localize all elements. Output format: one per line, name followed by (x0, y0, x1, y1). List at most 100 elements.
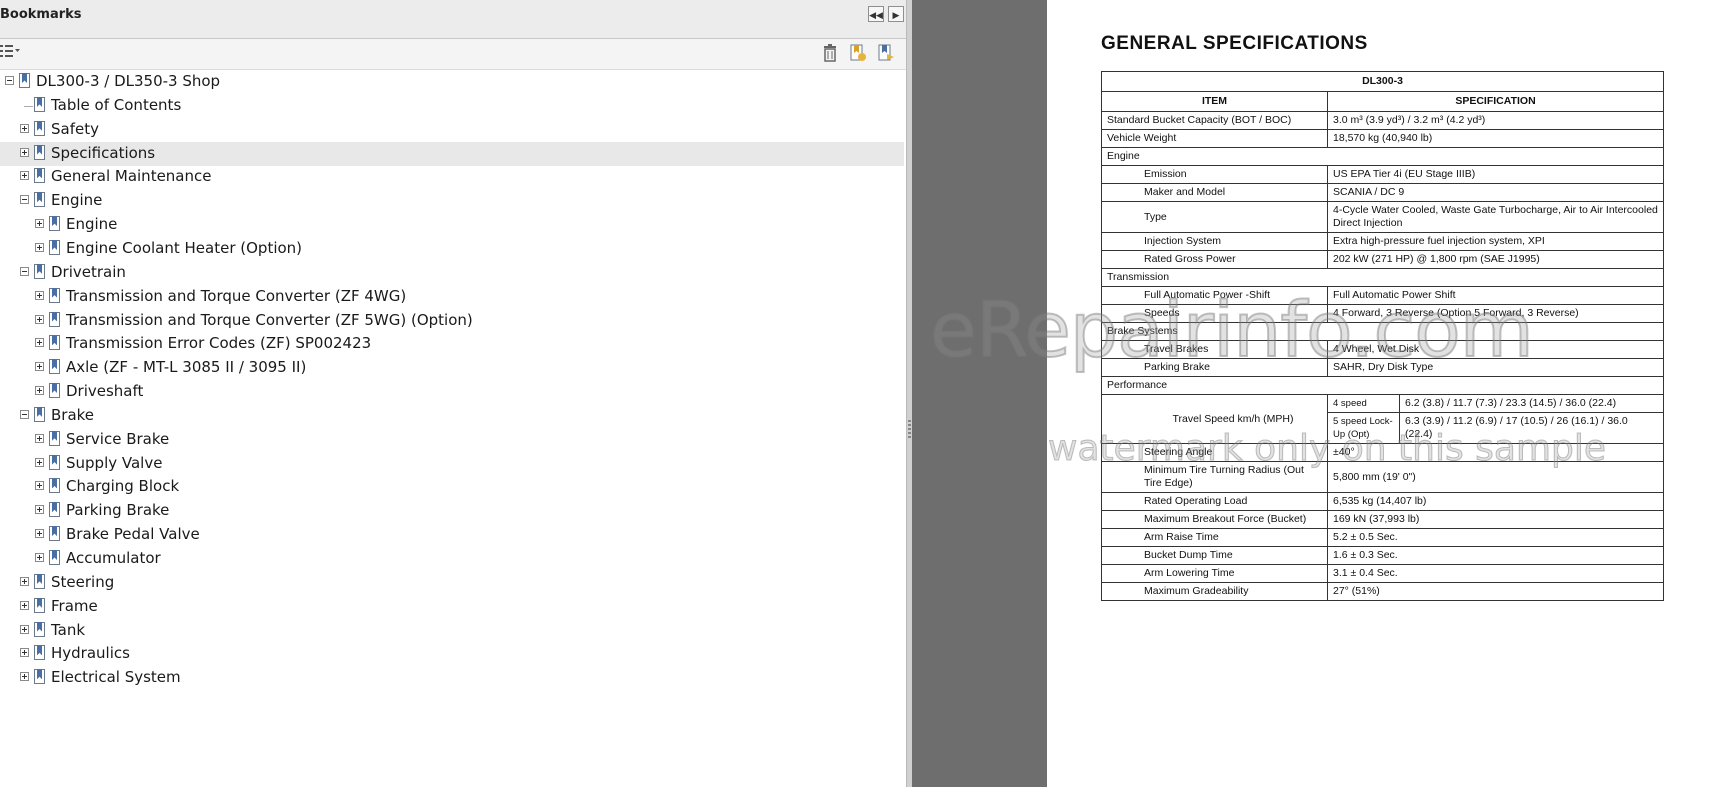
collapse-icon[interactable] (20, 409, 29, 419)
table-row: Bucket Dump Time 1.6 ± 0.3 Sec. (1101, 546, 1664, 565)
bookmark-item[interactable]: Hydraulics (0, 642, 904, 666)
collapse-icon[interactable] (20, 266, 29, 276)
section-label: Brake Systems (1101, 322, 1664, 341)
expand-icon[interactable] (35, 433, 44, 443)
bookmark-item[interactable]: Engine (0, 213, 904, 237)
bookmark-item[interactable]: General Maintenance (0, 165, 904, 189)
bookmark-icon (33, 406, 47, 424)
bookmark-label: Hydraulics (51, 644, 130, 663)
row-item: Steering Angle (1101, 443, 1328, 462)
bookmark-item[interactable]: DL300-3 / DL350-3 Shop (0, 70, 904, 94)
bookmark-item[interactable]: Specifications (0, 141, 904, 166)
expand-icon[interactable] (20, 123, 29, 133)
table-row: Maximum Breakout Force (Bucket) 169 kN (3… (1101, 510, 1664, 529)
expand-icon[interactable] (20, 672, 29, 682)
bookmark-item[interactable]: Steering (0, 571, 904, 595)
bookmark-item[interactable]: Table of Contents (0, 94, 904, 118)
tree-connector (24, 105, 33, 107)
bookmark-label: Engine Coolant Heater (Option) (66, 238, 303, 257)
expand-icon[interactable] (35, 481, 44, 491)
table-row: Maker and Model SCANIA / DC 9 (1101, 183, 1664, 202)
expand-icon[interactable] (20, 576, 29, 586)
options-menu-button[interactable] (0, 44, 20, 64)
table-row: Arm Lowering Time 3.1 ± 0.4 Sec. (1101, 564, 1664, 583)
expand-icon[interactable] (35, 457, 44, 467)
row-spec: 5,800 mm (19' 0") (1327, 461, 1664, 493)
table-row: Minimum Tire Turning Radius (Out Tire Ed… (1101, 461, 1664, 493)
bookmark-item[interactable]: Charging Block (0, 475, 904, 499)
table-row: Type 4-Cycle Water Cooled, Waste Gate Tur… (1101, 201, 1664, 233)
bookmark-item[interactable]: Frame (0, 595, 904, 619)
expand-icon[interactable] (20, 147, 29, 157)
splitter-grip[interactable] (908, 420, 911, 440)
row-spec: Extra high-pressure fuel injection syste… (1327, 232, 1664, 251)
expand-icon[interactable] (35, 505, 44, 515)
new-bookmark-button[interactable] (848, 44, 868, 64)
row-item: Travel Brakes (1101, 340, 1328, 359)
row-spec: 27° (51%) (1327, 582, 1664, 601)
bookmark-item[interactable]: Brake Pedal Valve (0, 523, 904, 547)
bookmark-item[interactable]: Safety (0, 118, 904, 142)
bookmark-item[interactable]: Brake (0, 404, 904, 428)
row-spec: 4 Wheel, Wet Disk (1327, 340, 1664, 359)
collapse-icon[interactable] (5, 76, 14, 85)
expand-icon[interactable] (20, 648, 29, 658)
row-spec: 3.0 m³ (3.9 yd³) / 3.2 m³ (4.2 yd³) (1327, 111, 1664, 130)
row-item: Rated Operating Load (1101, 492, 1328, 511)
delete-bookmark-button[interactable] (820, 44, 840, 64)
bookmark-item[interactable]: Drivetrain (0, 261, 904, 285)
bookmark-item[interactable]: Transmission and Torque Converter (ZF 5W… (0, 309, 904, 333)
bookmark-icon (48, 478, 62, 495)
bookmark-item[interactable]: Supply Valve (0, 452, 904, 476)
document-page: GENERAL SPECIFICATIONS DL300-3 ITEM SPECIF… (1047, 0, 1710, 787)
expand-icon[interactable] (35, 242, 44, 252)
row-spec: Full Automatic Power Shift (1327, 286, 1664, 305)
expand-panel-button[interactable]: ▶ (888, 6, 904, 22)
expand-current-bookmark-button[interactable] (876, 44, 896, 64)
expand-icon[interactable] (20, 624, 29, 634)
bookmark-item[interactable]: Service Brake (0, 428, 904, 452)
row-spec: SAHR, Dry Disk Type (1327, 358, 1664, 377)
collapse-icon[interactable] (20, 195, 29, 205)
bookmark-label: Charging Block (66, 477, 180, 496)
expand-icon[interactable] (35, 386, 44, 396)
bookmark-label: Table of Contents (51, 95, 182, 114)
double-left-arrow-icon: ◀◀ (869, 10, 883, 20)
expand-icon[interactable] (35, 314, 44, 324)
expand-icon[interactable] (20, 171, 29, 181)
bookmark-item[interactable]: Transmission and Torque Converter (ZF 4W… (0, 285, 904, 309)
expand-icon[interactable] (35, 362, 44, 372)
bookmark-label: Brake (51, 405, 95, 424)
bookmark-item[interactable]: Accumulator (0, 547, 904, 571)
table-row: Vehicle Weight 18,570 kg (40,940 lb) (1101, 129, 1664, 148)
bookmark-label: Engine (66, 215, 118, 234)
expand-icon[interactable] (35, 338, 44, 348)
bookmark-item[interactable]: Axle (ZF - MT-L 3085 II / 3095 II) (0, 356, 904, 380)
expand-icon[interactable] (35, 219, 44, 229)
new-bookmark-icon (850, 44, 866, 61)
expand-icon[interactable] (20, 600, 29, 610)
collapse-panel-button[interactable]: ◀◀ (868, 6, 884, 22)
bookmark-item[interactable]: Driveshaft (0, 380, 904, 404)
bookmark-item[interactable]: Engine (0, 189, 904, 213)
row-item: Travel Speed km/h (MPH) (1101, 394, 1328, 444)
bookmark-item[interactable]: Transmission Error Codes (ZF) SP002423 (0, 332, 904, 356)
row-spec: 6,535 kg (14,407 lb) (1327, 492, 1664, 511)
row-spec: 3.1 ± 0.4 Sec. (1327, 564, 1664, 583)
row-item: Speeds (1101, 304, 1328, 323)
specifications-table: DL300-3 ITEM SPECIFICATION Standard Bucket … (1101, 71, 1664, 601)
bookmark-item[interactable]: Electrical System (0, 666, 904, 690)
expand-icon[interactable] (35, 553, 44, 562)
expand-icon[interactable] (35, 290, 44, 300)
bookmark-icon (48, 383, 62, 400)
bookmark-item[interactable]: Parking Brake (0, 499, 904, 523)
expand-icon[interactable] (35, 529, 44, 539)
row-spec: 6.2 (3.8) / 11.7 (7.3) / 23.3 (14.5) / 3… (1399, 394, 1664, 413)
bookmark-label: Transmission Error Codes (ZF) SP002423 (66, 334, 372, 353)
bookmark-label: Safety (51, 119, 99, 138)
section-label: Performance (1101, 376, 1664, 395)
bookmark-item[interactable]: Tank (0, 619, 904, 643)
table-row: Parking Brake SAHR, Dry Disk Type (1101, 358, 1664, 377)
row-item: Emission (1101, 165, 1328, 184)
bookmark-item[interactable]: Engine Coolant Heater (Option) (0, 237, 904, 261)
